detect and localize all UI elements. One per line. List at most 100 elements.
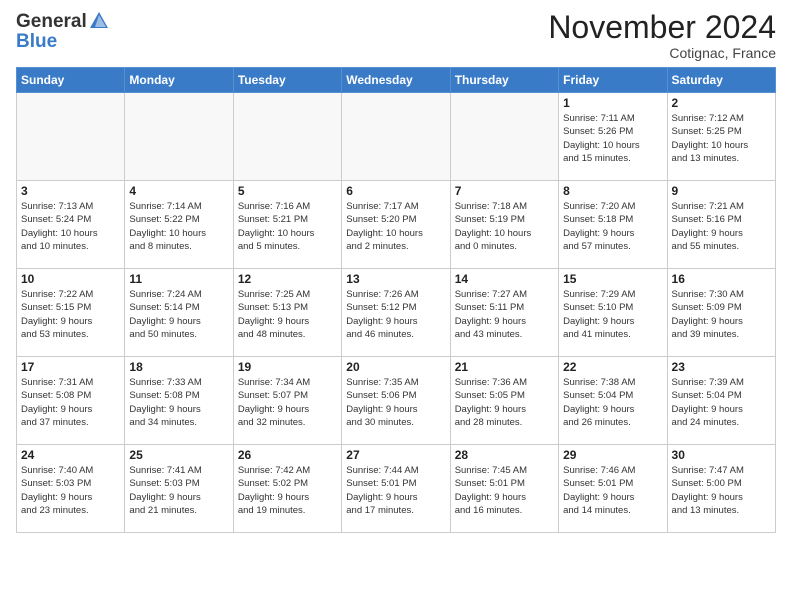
day-number-13: 13 [346, 272, 445, 286]
day-cell-27: 27Sunrise: 7:44 AM Sunset: 5:01 PM Dayli… [342, 445, 450, 533]
empty-cell [450, 93, 558, 181]
day-cell-2: 2 Sunrise: 7:12 AM Sunset: 5:25 PM Daylig… [667, 93, 775, 181]
weekday-header-thursday: Thursday [450, 68, 558, 93]
weekday-header-sunday: Sunday [17, 68, 125, 93]
weekday-header-monday: Monday [125, 68, 233, 93]
day-cell-7: 7 Sunrise: 7:18 AM Sunset: 5:19 PM Daylig… [450, 181, 558, 269]
day-info-8: Sunrise: 7:20 AM Sunset: 5:18 PM Dayligh… [563, 200, 662, 253]
day-info-28: Sunrise: 7:45 AM Sunset: 5:01 PM Dayligh… [455, 464, 554, 517]
day-info-12: Sunrise: 7:25 AM Sunset: 5:13 PM Dayligh… [238, 288, 337, 341]
day-cell-23: 23 Sunrise: 7:39 AM Sunset: 5:04 PM Dayli… [667, 357, 775, 445]
day-cell-29: 29 Sunrise: 7:46 AM Sunset: 5:01 PM Dayli… [559, 445, 667, 533]
day-number-10: 10 [21, 272, 120, 286]
day-cell-8: 8Sunrise: 7:20 AM Sunset: 5:18 PM Daylig… [559, 181, 667, 269]
day-info-20: Sunrise: 7:35 AM Sunset: 5:06 PM Dayligh… [346, 376, 445, 429]
day-number-6: 6 [346, 184, 445, 198]
week-row-2: 3 Sunrise: 7:13 AM Sunset: 5:24 PM Daylig… [17, 181, 776, 269]
day-number-25: 25 [129, 448, 228, 462]
weekday-header-tuesday: Tuesday [233, 68, 341, 93]
day-info-25: Sunrise: 7:41 AM Sunset: 5:03 PM Dayligh… [129, 464, 228, 517]
empty-cell [233, 93, 341, 181]
day-cell-14: 14 Sunrise: 7:27 AM Sunset: 5:11 PM Dayli… [450, 269, 558, 357]
day-number-1: 1 [563, 96, 662, 110]
day-cell-3: 3 Sunrise: 7:13 AM Sunset: 5:24 PM Daylig… [17, 181, 125, 269]
weekday-header-saturday: Saturday [667, 68, 775, 93]
day-cell-9: 9 Sunrise: 7:21 AM Sunset: 5:16 PM Daylig… [667, 181, 775, 269]
day-number-14: 14 [455, 272, 554, 286]
week-row-4: 17 Sunrise: 7:31 AM Sunset: 5:08 PM Dayli… [17, 357, 776, 445]
day-info-17: Sunrise: 7:31 AM Sunset: 5:08 PM Dayligh… [21, 376, 120, 429]
day-number-15: 15 [563, 272, 662, 286]
day-cell-15: 15 Sunrise: 7:29 AM Sunset: 5:10 PM Dayli… [559, 269, 667, 357]
day-info-7: Sunrise: 7:18 AM Sunset: 5:19 PM Dayligh… [455, 200, 554, 253]
day-number-2: 2 [672, 96, 771, 110]
day-cell-11: 11 Sunrise: 7:24 AM Sunset: 5:14 PM Dayli… [125, 269, 233, 357]
day-info-14: Sunrise: 7:27 AM Sunset: 5:11 PM Dayligh… [455, 288, 554, 341]
day-info-4: Sunrise: 7:14 AM Sunset: 5:22 PM Dayligh… [129, 200, 228, 253]
week-row-5: 24Sunrise: 7:40 AM Sunset: 5:03 PM Dayli… [17, 445, 776, 533]
day-number-7: 7 [455, 184, 554, 198]
day-info-11: Sunrise: 7:24 AM Sunset: 5:14 PM Dayligh… [129, 288, 228, 341]
week-row-1: 1 Sunrise: 7:11 AM Sunset: 5:26 PM Daylig… [17, 93, 776, 181]
day-info-3: Sunrise: 7:13 AM Sunset: 5:24 PM Dayligh… [21, 200, 120, 253]
day-number-23: 23 [672, 360, 771, 374]
empty-cell [125, 93, 233, 181]
day-cell-19: 19Sunrise: 7:34 AM Sunset: 5:07 PM Dayli… [233, 357, 341, 445]
day-cell-28: 28 Sunrise: 7:45 AM Sunset: 5:01 PM Dayli… [450, 445, 558, 533]
day-cell-10: 10 Sunrise: 7:22 AM Sunset: 5:15 PM Dayli… [17, 269, 125, 357]
day-cell-4: 4 Sunrise: 7:14 AM Sunset: 5:22 PM Daylig… [125, 181, 233, 269]
day-cell-21: 21 Sunrise: 7:36 AM Sunset: 5:05 PM Dayli… [450, 357, 558, 445]
day-cell-24: 24Sunrise: 7:40 AM Sunset: 5:03 PM Dayli… [17, 445, 125, 533]
day-info-23: Sunrise: 7:39 AM Sunset: 5:04 PM Dayligh… [672, 376, 771, 429]
day-number-21: 21 [455, 360, 554, 374]
week-row-3: 10 Sunrise: 7:22 AM Sunset: 5:15 PM Dayli… [17, 269, 776, 357]
day-number-20: 20 [346, 360, 445, 374]
day-info-1: Sunrise: 7:11 AM Sunset: 5:26 PM Dayligh… [563, 112, 662, 165]
day-number-5: 5 [238, 184, 337, 198]
day-number-11: 11 [129, 272, 228, 286]
page: General Blue November 2024 Cotignac, Fra… [0, 0, 792, 612]
day-number-9: 9 [672, 184, 771, 198]
day-info-5: Sunrise: 7:16 AM Sunset: 5:21 PM Dayligh… [238, 200, 337, 253]
header: General Blue November 2024 Cotignac, Fra… [16, 10, 776, 61]
day-cell-22: 22Sunrise: 7:38 AM Sunset: 5:04 PM Dayli… [559, 357, 667, 445]
day-number-26: 26 [238, 448, 337, 462]
day-number-17: 17 [21, 360, 120, 374]
day-info-29: Sunrise: 7:46 AM Sunset: 5:01 PM Dayligh… [563, 464, 662, 517]
day-number-12: 12 [238, 272, 337, 286]
day-cell-5: 5 Sunrise: 7:16 AM Sunset: 5:21 PM Daylig… [233, 181, 341, 269]
day-number-28: 28 [455, 448, 554, 462]
day-number-27: 27 [346, 448, 445, 462]
day-cell-1: 1 Sunrise: 7:11 AM Sunset: 5:26 PM Daylig… [559, 93, 667, 181]
empty-cell [17, 93, 125, 181]
day-number-3: 3 [21, 184, 120, 198]
location-subtitle: Cotignac, France [548, 45, 776, 61]
day-info-2: Sunrise: 7:12 AM Sunset: 5:25 PM Dayligh… [672, 112, 771, 165]
day-number-16: 16 [672, 272, 771, 286]
day-info-9: Sunrise: 7:21 AM Sunset: 5:16 PM Dayligh… [672, 200, 771, 253]
day-info-15: Sunrise: 7:29 AM Sunset: 5:10 PM Dayligh… [563, 288, 662, 341]
day-number-19: 19 [238, 360, 337, 374]
weekday-header-friday: Friday [559, 68, 667, 93]
day-cell-20: 20 Sunrise: 7:35 AM Sunset: 5:06 PM Dayli… [342, 357, 450, 445]
logo: General Blue [16, 10, 111, 52]
day-number-29: 29 [563, 448, 662, 462]
day-info-18: Sunrise: 7:33 AM Sunset: 5:08 PM Dayligh… [129, 376, 228, 429]
day-number-18: 18 [129, 360, 228, 374]
logo-general: General [16, 12, 87, 31]
title-block: November 2024 Cotignac, France [548, 10, 776, 61]
day-cell-13: 13Sunrise: 7:26 AM Sunset: 5:12 PM Dayli… [342, 269, 450, 357]
day-info-21: Sunrise: 7:36 AM Sunset: 5:05 PM Dayligh… [455, 376, 554, 429]
logo-icon [88, 10, 110, 32]
day-cell-17: 17 Sunrise: 7:31 AM Sunset: 5:08 PM Dayli… [17, 357, 125, 445]
day-number-4: 4 [129, 184, 228, 198]
day-cell-16: 16 Sunrise: 7:30 AM Sunset: 5:09 PM Dayli… [667, 269, 775, 357]
day-cell-6: 6Sunrise: 7:17 AM Sunset: 5:20 PM Daylig… [342, 181, 450, 269]
day-number-30: 30 [672, 448, 771, 462]
month-title: November 2024 [548, 10, 776, 45]
day-cell-12: 12 Sunrise: 7:25 AM Sunset: 5:13 PM Dayli… [233, 269, 341, 357]
day-info-10: Sunrise: 7:22 AM Sunset: 5:15 PM Dayligh… [21, 288, 120, 341]
day-info-22: Sunrise: 7:38 AM Sunset: 5:04 PM Dayligh… [563, 376, 662, 429]
weekday-header-wednesday: Wednesday [342, 68, 450, 93]
day-info-16: Sunrise: 7:30 AM Sunset: 5:09 PM Dayligh… [672, 288, 771, 341]
